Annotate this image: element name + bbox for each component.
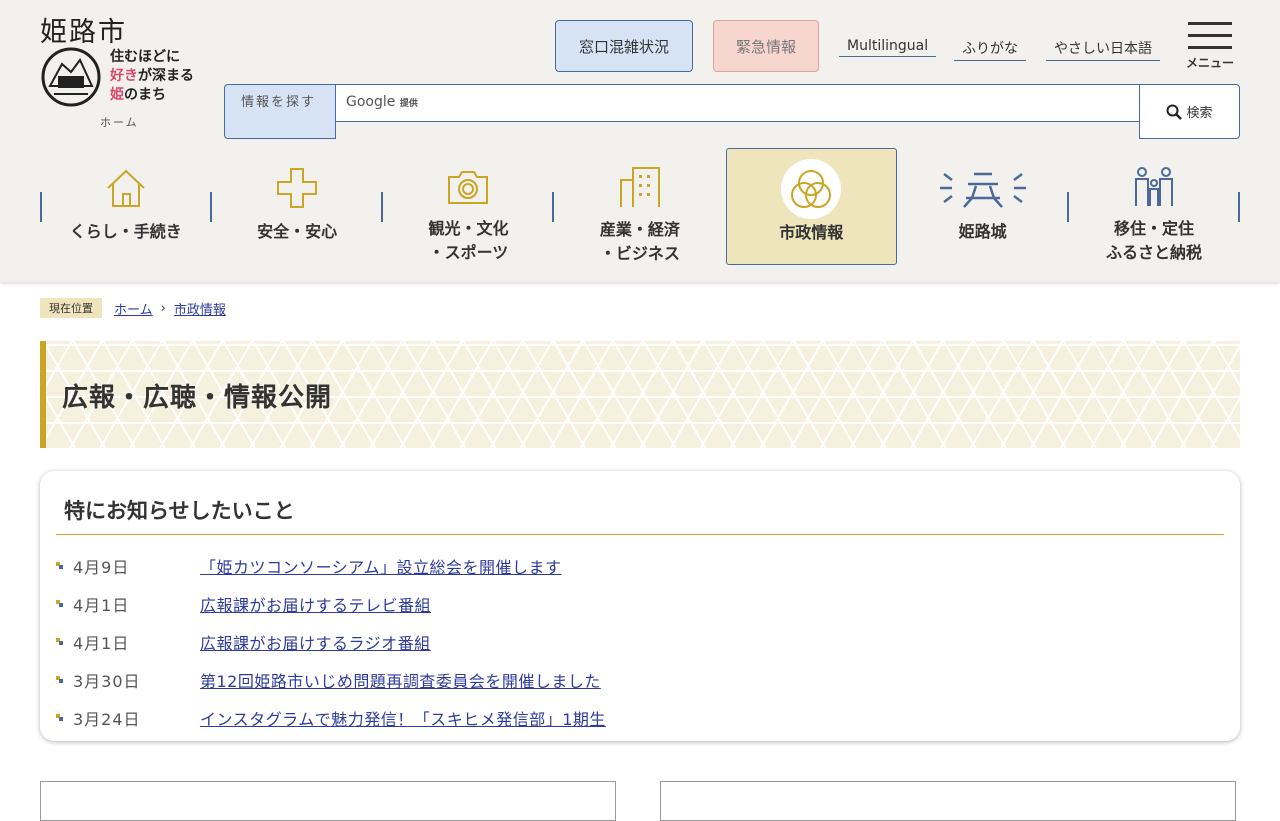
item-link[interactable]: 広報課がお届けするテレビ番組 bbox=[200, 592, 431, 616]
hamburger-icon bbox=[1188, 22, 1232, 25]
item-link[interactable]: 「姫カツコンソーシアム」設立総会を開催します bbox=[200, 554, 562, 578]
breadcrumb-current-label: 現在位置 bbox=[40, 298, 102, 318]
bullet-icon bbox=[56, 675, 63, 685]
nav-kurashi[interactable]: くらし・手続き bbox=[40, 148, 211, 265]
home-link[interactable]: ホーム bbox=[100, 114, 139, 130]
search-icon bbox=[1166, 104, 1183, 120]
cross-icon bbox=[277, 168, 318, 208]
global-nav: くらし・手続き 安全・安心 観光・文化 ・スポーツ 産業・経済 ・ビジネス 市政… bbox=[40, 148, 1240, 266]
notice-heading: 特にお知らせしたいこと bbox=[64, 499, 295, 523]
building-icon bbox=[619, 167, 660, 207]
page-title: 広報・広聴・情報公開 bbox=[62, 383, 333, 413]
important-notice-card: 特にお知らせしたいこと 4月9日 「姫カツコンソーシアム」設立総会を開催します 4… bbox=[40, 471, 1240, 741]
family-icon bbox=[1135, 166, 1174, 206]
bullet-icon bbox=[56, 713, 63, 723]
castle-icon bbox=[939, 172, 1026, 208]
item-date: 4月1日 bbox=[73, 634, 130, 653]
city-seal-logo[interactable] bbox=[40, 46, 102, 108]
counter-congestion-button[interactable]: 窓口混雑状況 bbox=[555, 20, 693, 72]
chevron-right-icon: › bbox=[160, 300, 166, 316]
item-date: 4月9日 bbox=[73, 558, 130, 577]
item-link[interactable]: 第12回姫路市いじめ問題再調査委員会を開催しました bbox=[200, 668, 601, 692]
nav-kanko[interactable]: 観光・文化 ・スポーツ bbox=[383, 148, 554, 265]
city-emblem-icon bbox=[781, 159, 842, 219]
list-item: 4月1日 広報課がお届けするテレビ番組 bbox=[56, 585, 606, 623]
breadcrumb: 現在位置 ホーム › 市政情報 bbox=[40, 298, 234, 318]
item-link[interactable]: 広報課がお届けするラジオ番組 bbox=[200, 630, 431, 654]
content-card-left bbox=[40, 781, 616, 821]
divider bbox=[56, 534, 1224, 535]
page-title-banner: 広報・広聴・情報公開 bbox=[40, 341, 1240, 448]
search-label: 情報を探す bbox=[224, 84, 336, 139]
item-date: 3月30日 bbox=[73, 672, 141, 691]
bullet-icon bbox=[56, 599, 63, 609]
camera-icon bbox=[448, 170, 489, 204]
list-item: 3月30日 第12回姫路市いじめ問題再調査委員会を開催しました bbox=[56, 661, 606, 699]
nav-divider bbox=[40, 192, 42, 222]
nav-shisei[interactable]: 市政情報 bbox=[725, 148, 897, 265]
notice-list: 4月9日 「姫カツコンソーシアム」設立総会を開催します 4月1日 広報課がお届けする… bbox=[56, 547, 606, 737]
multilingual-link[interactable]: Multilingual bbox=[839, 38, 937, 57]
nav-anzen[interactable]: 安全・安心 bbox=[211, 148, 382, 265]
search-button[interactable]: 検索 bbox=[1139, 84, 1240, 139]
breadcrumb-shisei[interactable]: 市政情報 bbox=[174, 299, 226, 318]
site-header: 姫路市 住むほどに 好きが深まる 姫のまち ホーム 窓口混雑状況 緊急情報 Mu… bbox=[0, 0, 1280, 282]
city-logo-title[interactable]: 姫路市 bbox=[40, 10, 127, 49]
item-date: 4月1日 bbox=[73, 596, 130, 615]
content-card-right bbox=[660, 781, 1236, 821]
bullet-icon bbox=[56, 561, 63, 571]
list-item: 4月9日 「姫カツコンソーシアム」設立総会を開催します bbox=[56, 547, 606, 585]
menu-button[interactable]: メニュー bbox=[1184, 22, 1236, 71]
house-icon bbox=[107, 169, 145, 207]
breadcrumb-home[interactable]: ホーム bbox=[114, 299, 153, 318]
slogan: 住むほどに 好きが深まる 姫のまち bbox=[110, 49, 194, 103]
bullet-icon bbox=[56, 637, 63, 647]
list-item: 3月24日 インスタグラムで魅力発信！「スキヒメ発信部」1期生 bbox=[56, 699, 606, 737]
nav-iju[interactable]: 移住・定住 ふるさと納税 bbox=[1068, 148, 1239, 265]
furigana-link[interactable]: ふりがな bbox=[954, 38, 1026, 61]
nav-sangyo[interactable]: 産業・経済 ・ビジネス bbox=[554, 148, 725, 265]
nav-himejijo[interactable]: 姫路城 bbox=[897, 148, 1068, 265]
emergency-info-button[interactable]: 緊急情報 bbox=[713, 20, 819, 72]
item-date: 3月24日 bbox=[73, 710, 141, 729]
item-link[interactable]: インスタグラムで魅力発信！「スキヒメ発信部」1期生 bbox=[200, 706, 606, 730]
list-item: 4月1日 広報課がお届けするラジオ番組 bbox=[56, 623, 606, 661]
search-input[interactable]: Google 提供 bbox=[335, 84, 1140, 122]
easy-japanese-link[interactable]: やさしい日本語 bbox=[1046, 38, 1160, 61]
